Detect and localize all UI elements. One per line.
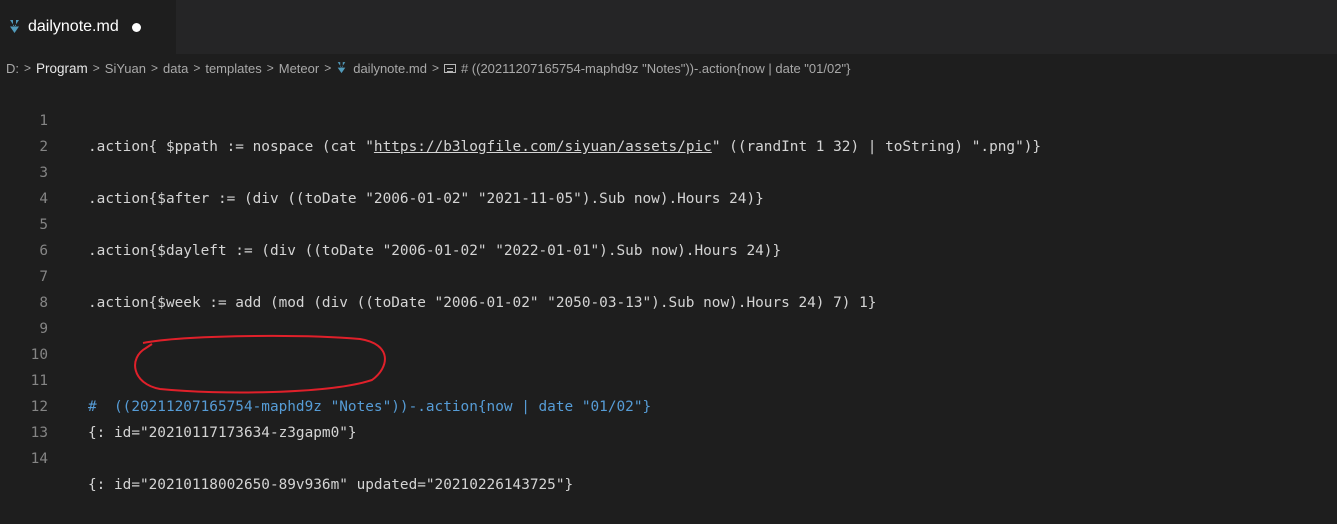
code-line: 7 .action{$week := add (mod (div ((toDat… <box>0 238 876 311</box>
code-line: 1 .action{ $ppath := nospace (cat "https… <box>0 82 1041 155</box>
unsaved-dot-icon[interactable] <box>131 22 141 32</box>
code-text[interactable]: .action{$dayleft := (div ((toDate "2006-… <box>88 238 781 264</box>
code-line: 3 .action{$after := (div ((toDate "2006-… <box>0 134 763 207</box>
tab-dailynote[interactable]: dailynote.md <box>0 0 176 54</box>
breadcrumb-item-program[interactable]: Program <box>36 61 88 76</box>
breadcrumb-item-templates[interactable]: templates <box>205 61 261 76</box>
breadcrumb-item-siyuan[interactable]: SiYuan <box>105 61 146 76</box>
code-text[interactable]: .action{$after := (div ((toDate "2006-01… <box>88 186 764 212</box>
code-text[interactable]: {: id="20210118002650-89v936m" updated="… <box>88 472 573 498</box>
code-line: 6 <box>0 212 48 259</box>
breadcrumb-item-data[interactable]: data <box>163 61 188 76</box>
breadcrumb-item-symbol[interactable]: # ((20211207165754-maphd9z "Notes"))-.ac… <box>461 61 850 76</box>
chevron-right-icon: > <box>92 61 100 75</box>
breadcrumb-item-meteor[interactable]: Meteor <box>279 61 319 76</box>
chevron-right-icon: > <box>324 61 332 75</box>
code-text[interactable]: .action{$week := add (mod (div ((toDate … <box>88 290 876 316</box>
markdown-file-icon <box>10 20 19 33</box>
tab-title: dailynote.md <box>28 18 119 35</box>
chevron-right-icon: > <box>24 61 32 75</box>
code-line: 2 <box>0 108 48 155</box>
tab-bar: dailynote.md <box>0 0 1337 54</box>
url-link[interactable]: https://b3logfile.com/siyuan/assets/pic <box>374 139 712 155</box>
chevron-right-icon: > <box>151 61 159 75</box>
chevron-right-icon: > <box>193 61 201 75</box>
code-text[interactable]: {: id="20210117173634-z3gapm0"} <box>88 420 357 446</box>
symbol-string-icon <box>443 63 456 73</box>
code-line: 10 <box>0 316 48 363</box>
code-line: 14 {: id="20210118002650-89v936m" update… <box>0 420 574 493</box>
breadcrumb: D: > Program > SiYuan > data > templates… <box>0 54 1337 82</box>
code-line: 12 {: id="20210117173634-z3gapm0"} <box>0 368 357 441</box>
code-line: 4 <box>0 160 48 207</box>
markdown-file-icon <box>337 62 346 74</box>
code-text-heading[interactable]: # ((20211207165754-maphd9z "Notes"))-.ac… <box>88 394 651 420</box>
code-line: 13 <box>0 394 48 441</box>
code-editor[interactable]: 1 .action{ $ppath := nospace (cat "https… <box>0 82 1337 493</box>
code-line: 5 .action{$dayleft := (div ((toDate "200… <box>0 186 781 259</box>
breadcrumb-item-file[interactable]: dailynote.md <box>353 61 427 76</box>
breadcrumb-item-drive[interactable]: D: <box>6 61 19 76</box>
chevron-right-icon: > <box>431 61 439 75</box>
code-line: 9 <box>0 290 48 337</box>
line-number: 14 <box>30 451 48 467</box>
code-text[interactable]: .action{ $ppath := nospace (cat "https:/… <box>88 134 1041 160</box>
code-line: 11 # ((20211207165754-maphd9z "Notes"))-… <box>0 342 651 415</box>
code-line: 8 <box>0 264 48 311</box>
chevron-right-icon: > <box>266 61 274 75</box>
